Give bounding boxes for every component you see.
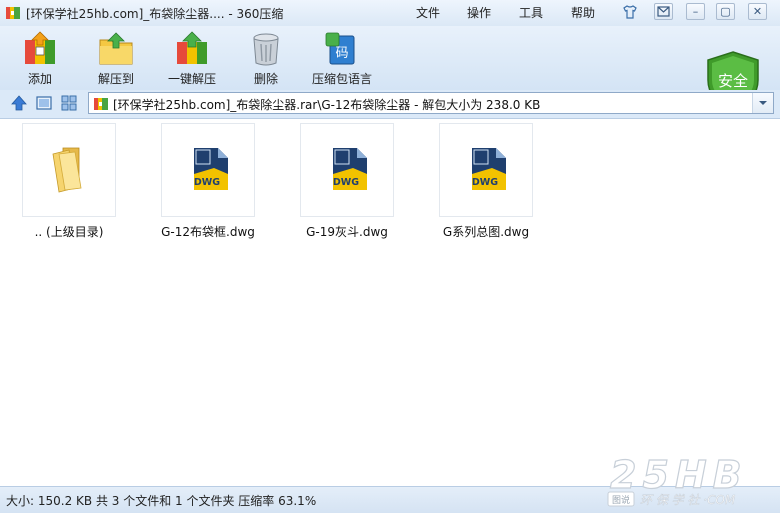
app-icon: [6, 7, 20, 19]
address-field[interactable]: [环保学社25hb.com]_布袋除尘器.rar\G-12布袋除尘器 - 解包大…: [88, 92, 774, 114]
dwg-badge-text: DWG: [194, 177, 220, 188]
folder-icon: [52, 147, 82, 193]
title-bar: [环保学社25hb.com]_布袋除尘器.... - 360压缩 文件 操作 工…: [0, 0, 780, 26]
archive-language-icon: 码: [325, 32, 355, 65]
file-tile[interactable]: DWG: [439, 123, 533, 217]
menu-operation[interactable]: 操作: [467, 4, 491, 21]
dwg-badge-text: DWG: [472, 177, 498, 188]
watermark-sub: 环 保 学 社 ·COM: [640, 493, 736, 507]
extract-to-label: 解压到: [97, 72, 134, 86]
dwg-file-icon: DWG: [194, 148, 228, 190]
one-click-extract-label: 一键解压: [167, 72, 216, 86]
extract-to-button[interactable]: 解压到: [86, 26, 146, 88]
add-button[interactable]: 添加: [10, 26, 70, 88]
menu-file[interactable]: 文件: [416, 4, 440, 21]
site-watermark-logo: 25HB 图说 环 保 学 社 ·COM: [607, 452, 748, 507]
thumbnail-view-icon[interactable]: [60, 94, 78, 112]
status-text: 大小: 150.2 KB 共 3 个文件和 1 个文件夹 压缩率 63.1%: [6, 494, 317, 508]
tshirt-icon[interactable]: [622, 4, 638, 20]
security-badge-text: 安全: [718, 72, 748, 90]
archive-language-label: 压缩包语言: [311, 72, 372, 86]
dwg-file-icon: DWG: [472, 148, 506, 190]
address-bar: [环保学社25hb.com]_布袋除尘器.rar\G-12布袋除尘器 - 解包大…: [0, 90, 780, 118]
one-click-extract-button[interactable]: 一键解压: [162, 26, 222, 88]
archive-language-button[interactable]: 码 压缩包语言: [306, 26, 378, 88]
file-item-parent-folder[interactable]: .. (上级目录): [10, 123, 132, 243]
archive-icon: [94, 98, 108, 110]
dwg-badge-text: DWG: [333, 177, 359, 188]
extract-to-icon: [99, 32, 133, 65]
file-item-dwg[interactable]: DWG G-12布袋框.dwg: [149, 123, 271, 243]
address-dropdown-button[interactable]: [752, 93, 773, 113]
add-label: 添加: [27, 72, 52, 86]
address-path: [环保学社25hb.com]_布袋除尘器.rar\G-12布袋除尘器 - 解包大…: [113, 98, 541, 112]
menu-tools[interactable]: 工具: [519, 4, 543, 21]
watermark-seal: 图说: [612, 494, 630, 506]
chevron-down-icon: [759, 101, 767, 105]
menu-help[interactable]: 帮助: [571, 4, 595, 21]
file-name: .. (上级目录): [34, 225, 104, 239]
window-title: [环保学社25hb.com]_布袋除尘器.... - 360压缩: [26, 7, 284, 21]
toolbar: 添加 解压到 一键解压 删除 码 压缩包语言 安全: [0, 26, 780, 113]
delete-label: 删除: [253, 72, 278, 86]
file-name: G-19灰斗.dwg: [306, 225, 388, 239]
delete-button[interactable]: 删除: [236, 26, 296, 88]
file-tile[interactable]: [22, 123, 116, 217]
up-arrow-icon[interactable]: [10, 94, 28, 112]
watermark-main: 25HB: [610, 453, 748, 497]
file-name: G系列总图.dwg: [442, 225, 530, 239]
dwg-file-icon: DWG: [333, 148, 367, 190]
file-item-dwg[interactable]: DWG G系列总图.dwg: [427, 123, 549, 243]
message-button[interactable]: [654, 3, 673, 20]
close-button[interactable]: ✕: [748, 3, 767, 20]
svg-text:码: 码: [335, 46, 348, 61]
minimize-button[interactable]: –: [686, 3, 705, 20]
file-list-area[interactable]: .. (上级目录) DWG G-12布袋框.dwg DWG G-19灰斗.dwg: [0, 118, 780, 487]
file-tile[interactable]: DWG: [161, 123, 255, 217]
file-item-dwg[interactable]: DWG G-19灰斗.dwg: [288, 123, 410, 243]
message-icon: [657, 6, 670, 17]
file-tile[interactable]: DWG: [300, 123, 394, 217]
list-view-icon[interactable]: [35, 94, 53, 112]
file-name: G-12布袋框.dwg: [161, 225, 255, 239]
add-archive-icon: [25, 31, 55, 64]
maximize-button[interactable]: ▢: [716, 3, 735, 20]
trash-icon: [253, 33, 279, 66]
one-click-extract-icon: [177, 31, 207, 64]
